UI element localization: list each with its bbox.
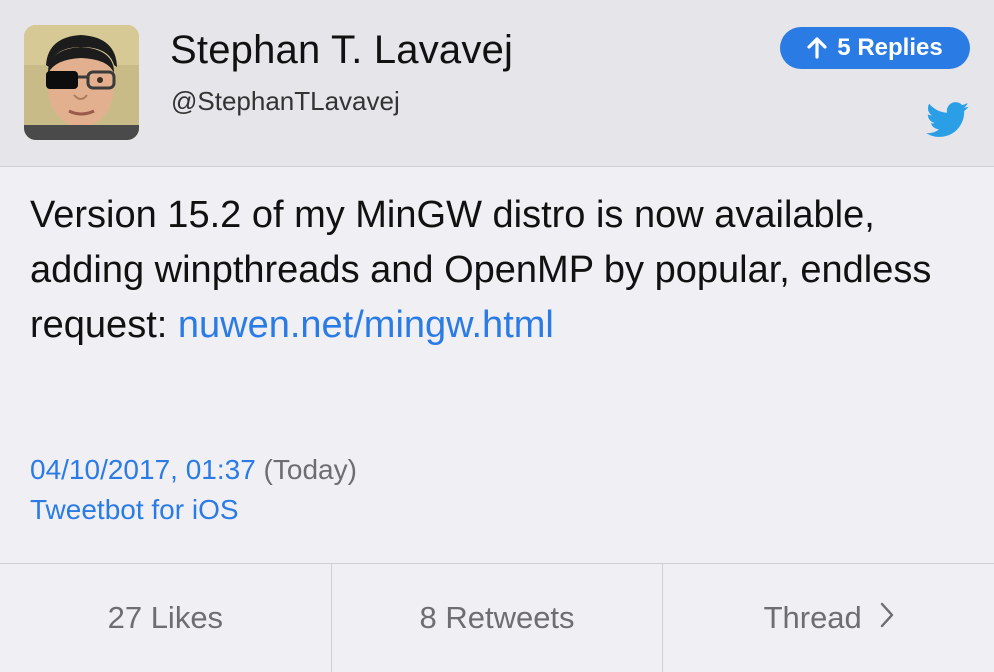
- thread-label: Thread: [763, 600, 862, 635]
- thread-button[interactable]: Thread: [662, 564, 994, 672]
- tweet-meta: 04/10/2017, 01:37 (Today) Tweetbot for i…: [30, 450, 357, 530]
- twitter-bird-icon: [926, 102, 970, 138]
- avatar[interactable]: [24, 25, 139, 140]
- likes-button[interactable]: 27 Likes: [0, 564, 331, 672]
- replies-button[interactable]: 5 Replies: [780, 27, 970, 69]
- tweet-text: Version 15.2 of my MinGW distro is now a…: [30, 188, 960, 353]
- tweet-date[interactable]: 04/10/2017, 01:37: [30, 454, 256, 485]
- replies-label: 5 Replies: [837, 34, 943, 61]
- retweets-button[interactable]: 8 Retweets: [330, 564, 663, 672]
- tweet-link[interactable]: nuwen.net/mingw.html: [178, 304, 554, 346]
- user-handle[interactable]: @StephanTLavavej: [171, 86, 400, 117]
- client-link[interactable]: Tweetbot for iOS: [30, 490, 357, 530]
- chevron-right-icon: [880, 600, 894, 636]
- tweet-footer: 27 Likes 8 Retweets Thread: [0, 563, 994, 672]
- user-name[interactable]: Stephan T. Lavavej: [170, 28, 513, 73]
- tweet-header: Stephan T. Lavavej @StephanTLavavej 5 Re…: [0, 0, 994, 167]
- arrow-up-icon: [807, 37, 827, 59]
- relative-date: (Today): [263, 454, 357, 485]
